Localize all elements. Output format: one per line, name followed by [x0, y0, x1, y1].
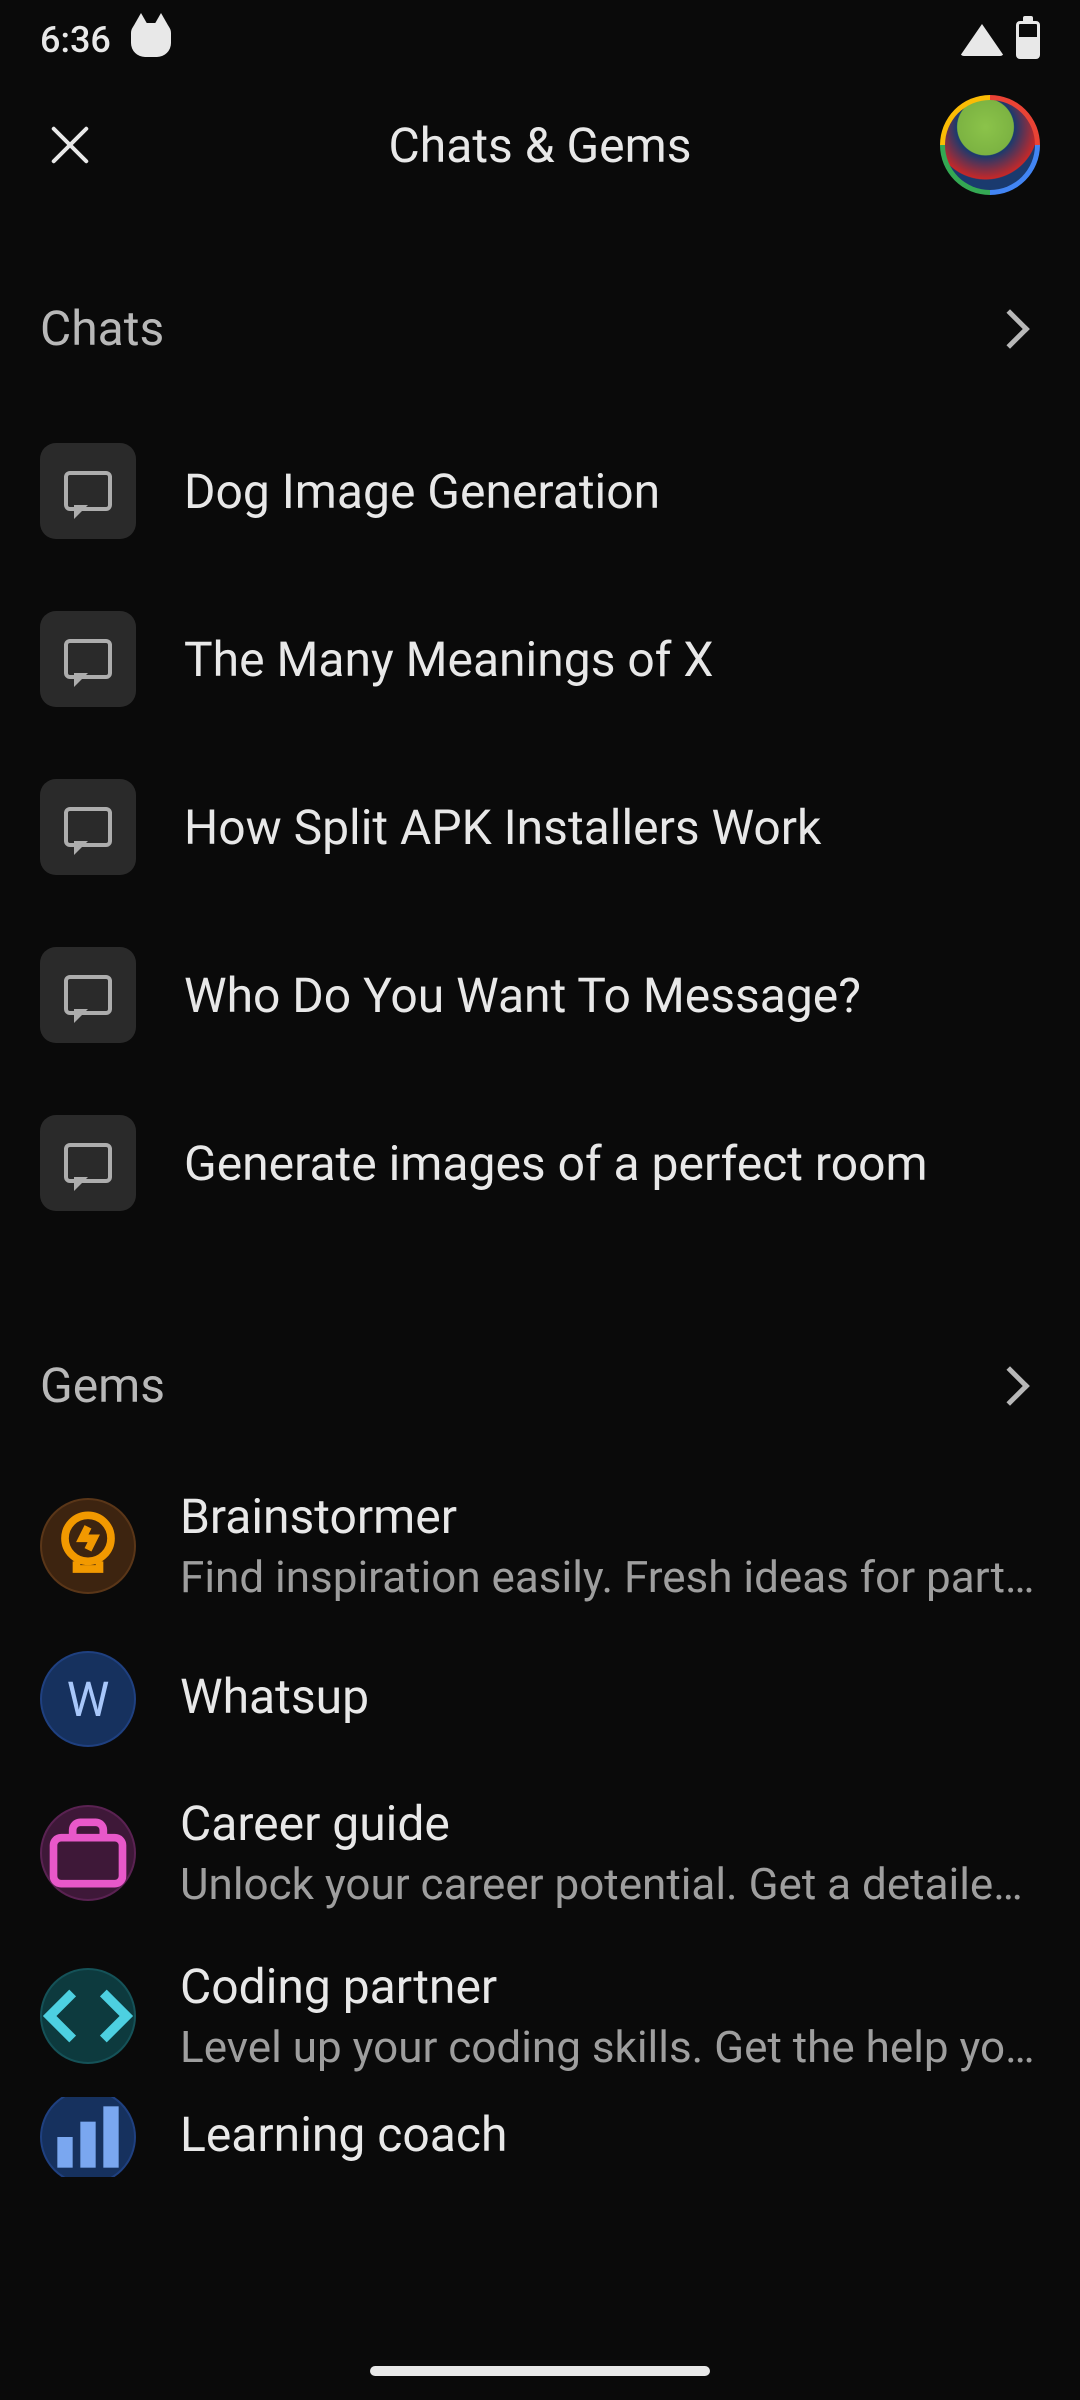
avatar-image [945, 100, 1035, 190]
chat-item[interactable]: Who Do You Want To Message? [40, 911, 1040, 1079]
gem-title: Coding partner [180, 1958, 1040, 2015]
chat-bubble-icon [64, 1143, 112, 1183]
close-button[interactable] [40, 115, 100, 175]
chat-item[interactable]: The Many Meanings of X [40, 575, 1040, 743]
gem-title: Career guide [180, 1795, 1040, 1852]
chat-title: How Split APK Installers Work [184, 799, 821, 856]
chat-item[interactable]: How Split APK Installers Work [40, 743, 1040, 911]
chevron-right-icon [990, 309, 1030, 349]
gem-text: Career guide Unlock your career potentia… [180, 1795, 1040, 1910]
gem-letter: W [67, 1671, 110, 1728]
content: Chats Dog Image Generation The Many Mean… [0, 300, 1080, 2177]
status-right [960, 21, 1040, 59]
status-bar: 6:36 [0, 0, 1080, 80]
gems-section-title: Gems [40, 1357, 165, 1414]
chat-title: Who Do You Want To Message? [184, 967, 861, 1024]
status-time: 6:36 [40, 19, 111, 61]
gem-desc: Find inspiration easily. Fresh ideas for… [180, 1551, 1040, 1603]
chat-bubble-icon [64, 471, 112, 511]
status-left: 6:36 [40, 19, 171, 61]
gem-title: Whatsup [180, 1668, 1040, 1725]
chat-title: Generate images of a perfect room [184, 1135, 928, 1192]
chat-item[interactable]: Dog Image Generation [40, 407, 1040, 575]
chat-item[interactable]: Generate images of a perfect room [40, 1079, 1040, 1247]
chart-icon [40, 2097, 136, 2177]
lightbulb-icon [40, 1498, 136, 1594]
chat-bubble-icon [64, 975, 112, 1015]
chat-bubble-icon [64, 807, 112, 847]
chat-bubble-icon [64, 639, 112, 679]
notification-icon [131, 23, 171, 57]
chat-icon-box [40, 611, 136, 707]
chat-icon-box [40, 779, 136, 875]
gem-desc: Unlock your career potential. Get a deta… [180, 1858, 1040, 1910]
chat-title: Dog Image Generation [184, 463, 660, 520]
chats-section-header[interactable]: Chats [40, 300, 1040, 357]
gem-item-whatsup[interactable]: W Whatsup [40, 1627, 1040, 1771]
gem-text: Learning coach [180, 2106, 1040, 2169]
home-indicator[interactable] [370, 2366, 710, 2376]
gem-item-coding-partner[interactable]: Coding partner Level up your coding skil… [40, 1934, 1040, 2097]
battery-icon [1016, 21, 1040, 59]
code-icon [40, 1968, 136, 2064]
gem-item-learning-coach[interactable]: Learning coach [40, 2097, 1040, 2177]
profile-avatar[interactable] [940, 95, 1040, 195]
gem-desc: Level up your coding skills. Get the hel… [180, 2021, 1040, 2073]
chevron-right-icon [990, 1366, 1030, 1406]
gems-section-header[interactable]: Gems [40, 1357, 1040, 1414]
gem-title: Brainstormer [180, 1488, 1040, 1545]
wifi-icon [960, 24, 1004, 56]
gem-item-career-guide[interactable]: Career guide Unlock your career potentia… [40, 1771, 1040, 1934]
gem-letter-icon: W [40, 1651, 136, 1747]
gem-text: Whatsup [180, 1668, 1040, 1731]
page-title: Chats & Gems [389, 117, 692, 174]
header: Chats & Gems [0, 80, 1080, 210]
chat-icon-box [40, 1115, 136, 1211]
close-icon [48, 123, 92, 167]
gem-item-brainstormer[interactable]: Brainstormer Find inspiration easily. Fr… [40, 1464, 1040, 1627]
gem-title: Learning coach [180, 2106, 1040, 2163]
gem-text: Coding partner Level up your coding skil… [180, 1958, 1040, 2073]
chat-icon-box [40, 947, 136, 1043]
gem-text: Brainstormer Find inspiration easily. Fr… [180, 1488, 1040, 1603]
chat-title: The Many Meanings of X [184, 631, 713, 688]
briefcase-icon [40, 1805, 136, 1901]
chat-icon-box [40, 443, 136, 539]
chats-section-title: Chats [40, 300, 164, 357]
